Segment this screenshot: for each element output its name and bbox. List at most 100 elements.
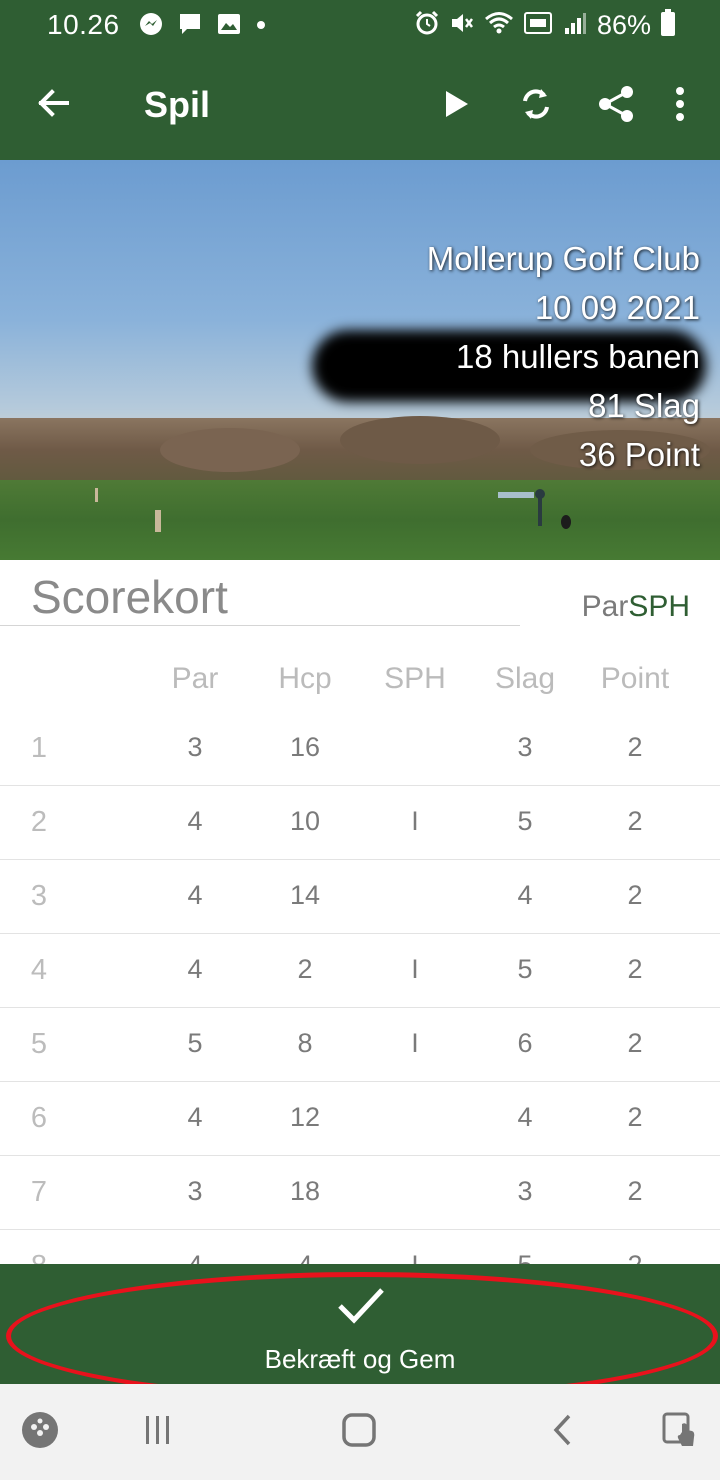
share-button[interactable] [576, 78, 656, 134]
strokes-total: 81 Slag [588, 387, 700, 424]
share-icon [597, 84, 635, 129]
mute-icon [449, 10, 475, 41]
status-bar: 10.26 86% [0, 0, 720, 52]
scorecard-header: Scorekort ParSPH [0, 560, 720, 640]
hole-number: 2 [30, 806, 48, 838]
column-header-slag: Slag [494, 662, 556, 695]
point-value: 2 [627, 1028, 643, 1058]
back-button[interactable] [28, 80, 78, 130]
table-row[interactable]: 6 4 12 4 2 [0, 1082, 720, 1156]
status-time: 10.26 [47, 9, 120, 40]
table-row[interactable]: 3 4 14 4 2 [0, 860, 720, 934]
status-notifications [138, 11, 267, 42]
course-hero-image: Mollerup Golf Club 10 09 2021 18 hullers… [0, 160, 720, 560]
slag-value: 6 [517, 1028, 533, 1058]
slag-value: 3 [517, 732, 533, 762]
hcp-value: 18 [289, 1176, 321, 1206]
hole-number: 3 [30, 880, 48, 912]
hole-number: 8 [0, 1250, 78, 1264]
page-title: Spil [144, 84, 211, 125]
slag-value: 5 [470, 1250, 580, 1264]
battery-icon [660, 9, 676, 42]
column-header-par: Par [171, 662, 219, 695]
hcp-value: 2 [297, 954, 313, 984]
play-icon [442, 89, 470, 124]
par-toggle-label[interactable]: Par [582, 590, 629, 623]
recent-apps-button[interactable] [134, 1408, 182, 1456]
home-button[interactable] [335, 1408, 383, 1456]
table-row[interactable]: 1 3 16 3 2 [0, 712, 720, 786]
hcp-value: 12 [289, 1102, 321, 1132]
round-info: Mollerup Golf Club 10 09 2021 18 hullers… [427, 234, 700, 479]
point-value: 2 [627, 1102, 643, 1132]
hcp-value: 4 [250, 1250, 360, 1264]
accessibility-button[interactable] [656, 1408, 704, 1456]
accessibility-icon [660, 1410, 700, 1455]
sph-value: I [411, 1028, 419, 1058]
home-icon [341, 1412, 377, 1453]
hcp-value: 16 [289, 732, 321, 762]
column-header-point: Point [600, 662, 670, 695]
slag-value: 5 [517, 806, 533, 836]
more-options-button[interactable] [656, 78, 704, 134]
hole-number: 4 [30, 954, 48, 986]
alarm-icon [414, 10, 440, 41]
hole-number: 6 [30, 1102, 48, 1134]
annotation-highlight-oval [6, 1272, 718, 1400]
slag-value: 4 [517, 880, 533, 910]
par-value: 4 [187, 806, 203, 836]
table-row[interactable]: 2 4 10 I 5 2 [0, 786, 720, 860]
par-value: 5 [187, 1028, 203, 1058]
par-value: 4 [187, 954, 203, 984]
chat-icon [177, 11, 203, 42]
column-header-hcp: Hcp [278, 662, 332, 695]
table-row[interactable]: 8 4 4 I 5 2 [0, 1230, 720, 1264]
scorecard-table[interactable]: 1 3 16 3 2 2 4 10 I 5 2 3 4 14 4 2 4 4 2… [0, 712, 720, 1264]
table-row[interactable]: 5 5 8 I 6 2 [0, 1008, 720, 1082]
more-vert-icon [675, 86, 685, 127]
play-button[interactable] [416, 78, 496, 134]
sync-icon [517, 85, 555, 128]
signal-icon [562, 10, 588, 41]
club-name: Mollerup Golf Club [426, 240, 700, 277]
table-row[interactable]: 7 3 18 3 2 [0, 1156, 720, 1230]
par-value: 3 [187, 732, 203, 762]
sph-toggle-label[interactable]: SPH [628, 590, 690, 623]
arrow-back-icon [35, 85, 71, 126]
sph-value: I [411, 954, 419, 984]
hcp-value: 8 [297, 1028, 313, 1058]
game-launcher-button[interactable] [16, 1408, 64, 1456]
point-value: 2 [627, 954, 643, 984]
slag-value: 4 [517, 1102, 533, 1132]
app-bar: Spil [0, 52, 720, 160]
sph-value: I [411, 806, 419, 836]
status-system-icons: 86% [414, 9, 676, 42]
messenger-icon [138, 11, 164, 42]
title-divider [0, 625, 520, 626]
par-value: 4 [187, 880, 203, 910]
image-icon [216, 11, 242, 42]
par-sph-toggle[interactable]: ParSPH [582, 590, 690, 624]
par-value: 4 [187, 1102, 203, 1132]
slag-value: 5 [517, 954, 533, 984]
point-value: 2 [627, 806, 643, 836]
point-value: 2 [627, 732, 643, 762]
par-value: 4 [140, 1250, 250, 1264]
hole-number: 5 [30, 1028, 48, 1060]
back-icon [550, 1413, 574, 1452]
sync-button[interactable] [496, 78, 576, 134]
sph-value: I [360, 1250, 470, 1264]
point-value: 2 [627, 880, 643, 910]
round-date: 10 09 2021 [534, 289, 700, 326]
game-launcher-icon [20, 1410, 60, 1455]
hcp-value: 14 [289, 880, 321, 910]
table-row[interactable]: 4 4 2 I 5 2 [0, 934, 720, 1008]
hcp-value: 10 [289, 806, 321, 836]
system-back-button[interactable] [538, 1408, 586, 1456]
points-total: 36 Point [578, 436, 700, 473]
par-value: 3 [187, 1176, 203, 1206]
recent-apps-icon [141, 1414, 175, 1451]
point-value: 2 [580, 1250, 690, 1264]
scorecard-title: Scorekort [31, 571, 228, 623]
point-value: 2 [627, 1176, 643, 1206]
